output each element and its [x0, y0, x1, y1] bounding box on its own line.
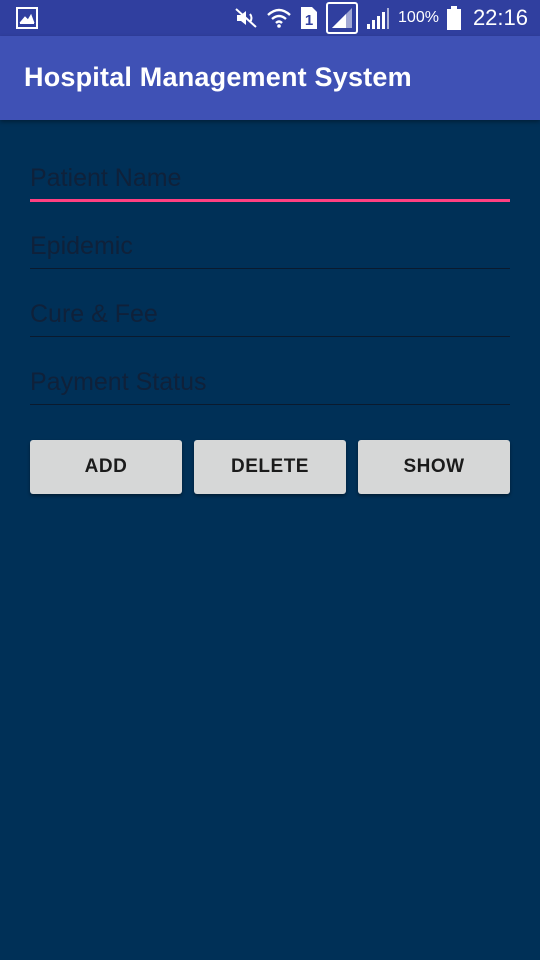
clock: 22:16 — [472, 5, 528, 30]
epidemic-input[interactable] — [30, 226, 510, 266]
payment-status-underline — [30, 404, 510, 405]
patient-name-underline — [30, 199, 510, 202]
show-button[interactable]: SHOW — [358, 440, 510, 494]
status-icons: 1 100% 22:16 — [226, 0, 528, 36]
epidemic-underline — [30, 268, 510, 269]
status-bar: 1 100% 22:16 — [0, 0, 540, 36]
action-buttons: ADD DELETE SHOW — [30, 440, 510, 494]
wifi-icon — [266, 7, 292, 29]
epidemic-field-wrapper — [30, 218, 510, 286]
gallery-icon — [16, 7, 38, 29]
payment-status-field-wrapper — [30, 354, 510, 422]
battery-icon — [446, 6, 461, 30]
mute-icon — [234, 7, 258, 29]
cure-fee-field-wrapper — [30, 286, 510, 354]
svg-text:1: 1 — [305, 12, 313, 29]
battery-percent: 100% — [398, 9, 439, 26]
page-title: Hospital Management System — [24, 62, 412, 92]
add-button[interactable]: ADD — [30, 440, 182, 494]
signal-icon — [366, 6, 390, 30]
patient-name-input[interactable] — [30, 158, 510, 198]
patient-form — [30, 150, 510, 422]
cure-fee-input[interactable] — [30, 294, 510, 334]
patient-name-field-wrapper — [30, 150, 510, 218]
payment-status-input[interactable] — [30, 362, 510, 402]
app-bar: Hospital Management System — [0, 36, 540, 120]
cure-fee-underline — [30, 336, 510, 337]
sim-1-icon: 1 — [300, 6, 318, 30]
delete-button[interactable]: DELETE — [194, 440, 346, 494]
signal-box-icon — [326, 2, 359, 34]
